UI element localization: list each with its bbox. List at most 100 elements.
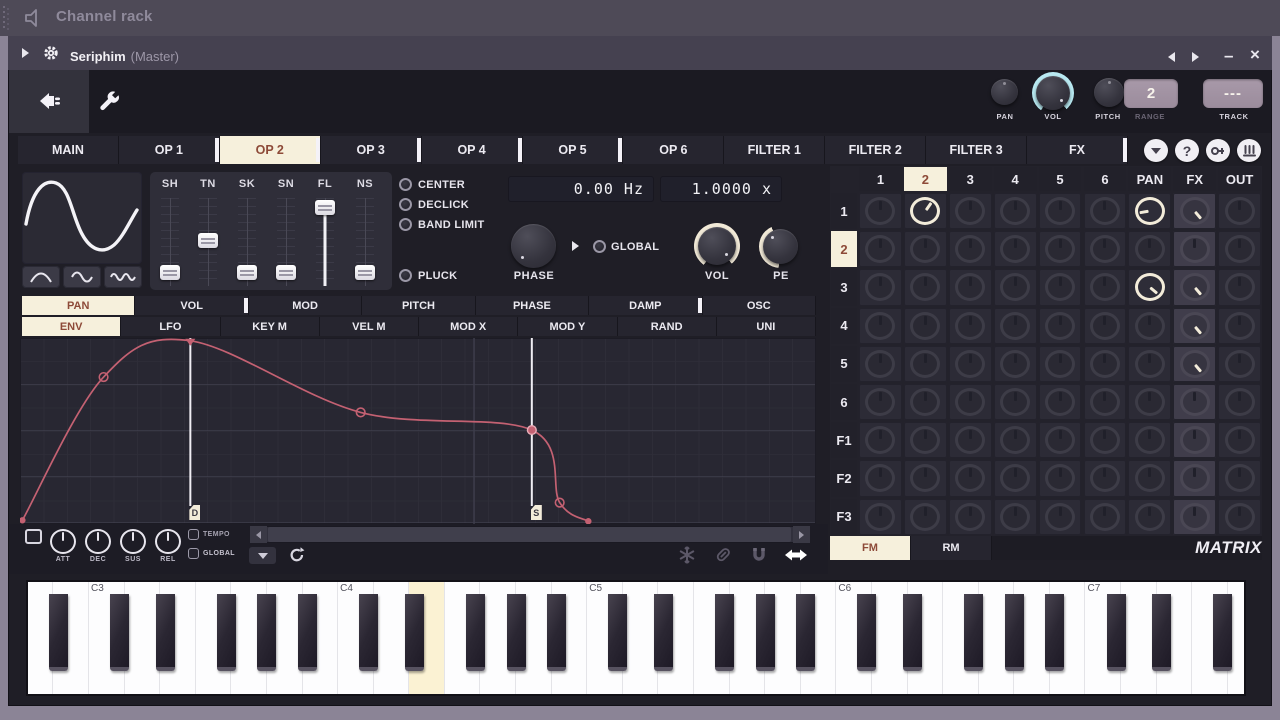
- matrix-knob-f1-pan[interactable]: [1134, 426, 1165, 455]
- matrix-knob-6-6[interactable]: [1089, 388, 1120, 417]
- matrix-cell-4-4[interactable]: [993, 307, 1037, 344]
- piano-key-as6[interactable]: [1045, 594, 1065, 671]
- matrix-cell-5-5[interactable]: [1038, 345, 1082, 382]
- slider-handle-fl[interactable]: [315, 200, 335, 216]
- matrix-col-header-6[interactable]: 6: [1083, 167, 1127, 191]
- matrix-knob-f1-2[interactable]: [910, 426, 941, 455]
- global-env-checkbox[interactable]: [188, 548, 199, 559]
- matrix-cell-3-2[interactable]: [903, 269, 947, 306]
- matrix-cell-3-1[interactable]: [859, 269, 902, 306]
- matrix-knob-2-3[interactable]: [955, 235, 986, 264]
- piano-key-cs6[interactable]: [857, 594, 877, 671]
- matrix-col-header-3[interactable]: 3: [948, 167, 992, 191]
- matrix-knob-1-3[interactable]: [955, 197, 986, 226]
- matrix-cell-2-out[interactable]: [1218, 231, 1262, 268]
- wave-shape-half-button[interactable]: [22, 266, 60, 288]
- matrix-knob-2-pan[interactable]: [1134, 235, 1165, 264]
- matrix-cell-2-5[interactable]: [1038, 231, 1082, 268]
- matrix-knob-5-pan[interactable]: [1134, 349, 1165, 378]
- next-preset-button[interactable]: [1192, 52, 1199, 62]
- slide-arrows-icon[interactable]: [784, 547, 808, 563]
- matrix-knob-f2-2[interactable]: [910, 464, 941, 493]
- pluck-radio[interactable]: [399, 269, 412, 282]
- matrix-cell-6-4[interactable]: [993, 384, 1037, 421]
- matrix-knob-2-1[interactable]: [865, 235, 896, 264]
- matrix-knob-3-3[interactable]: [955, 273, 986, 302]
- tab-op-1[interactable]: OP 1: [118, 136, 220, 164]
- ratio-display[interactable]: 1.0000 x: [660, 176, 782, 202]
- matrix-cell-4-2[interactable]: [903, 307, 947, 344]
- matrix-knob-6-4[interactable]: [1000, 388, 1031, 417]
- mod-target-tab-pitch[interactable]: PITCH: [362, 296, 476, 315]
- env-knob-rel[interactable]: [155, 529, 181, 554]
- matrix-col-header-5[interactable]: 5: [1038, 167, 1082, 191]
- matrix-knob-5-1[interactable]: [865, 349, 896, 378]
- matrix-knob-6-pan[interactable]: [1134, 388, 1165, 417]
- slider-handle-sk[interactable]: [237, 265, 257, 281]
- tab-filter-3[interactable]: FILTER 3: [926, 136, 1028, 164]
- matrix-knob-f1-6[interactable]: [1089, 426, 1120, 455]
- piano-key-fs6[interactable]: [964, 594, 984, 671]
- matrix-knob-4-1[interactable]: [865, 311, 896, 340]
- operator-waveform-display[interactable]: [22, 172, 142, 264]
- matrix-cell-f2-6[interactable]: [1083, 460, 1127, 497]
- matrix-cell-4-fx[interactable]: [1173, 307, 1217, 344]
- matrix-cell-2-6[interactable]: [1083, 231, 1127, 268]
- master-pan-knob[interactable]: [991, 79, 1018, 105]
- matrix-col-header-fx[interactable]: FX: [1173, 167, 1217, 191]
- matrix-knob-f2-5[interactable]: [1045, 464, 1076, 493]
- mod-shape-tab-key-m[interactable]: KEY M: [220, 317, 320, 336]
- matrix-cell-3-pan[interactable]: [1128, 269, 1172, 306]
- envelope-editor[interactable]: DS: [20, 338, 816, 524]
- matrix-knob-2-out[interactable]: [1224, 235, 1255, 264]
- matrix-cell-4-5[interactable]: [1038, 307, 1082, 344]
- matrix-col-header-1[interactable]: 1: [859, 167, 902, 191]
- declick-radio[interactable]: [399, 198, 412, 211]
- matrix-knob-2-2[interactable]: [910, 235, 941, 264]
- piano-key-gs3[interactable]: [257, 594, 277, 671]
- matrix-knob-f1-5[interactable]: [1045, 426, 1076, 455]
- help-button[interactable]: ?: [1175, 139, 1199, 162]
- matrix-cell-f2-5[interactable]: [1038, 460, 1082, 497]
- tab-filter-1[interactable]: FILTER 1: [724, 136, 826, 164]
- matrix-knob-f3-pan[interactable]: [1134, 502, 1165, 531]
- env-preview-arrow-icon[interactable]: [572, 241, 579, 251]
- matrix-cell-f3-fx[interactable]: [1173, 498, 1217, 535]
- matrix-cell-f2-out[interactable]: [1218, 460, 1262, 497]
- matrix-knob-f1-1[interactable]: [865, 426, 896, 455]
- matrix-knob-1-6[interactable]: [1089, 197, 1120, 226]
- matrix-knob-f2-4[interactable]: [1000, 464, 1031, 493]
- piano-key-cs5[interactable]: [608, 594, 628, 671]
- matrix-cell-5-out[interactable]: [1218, 345, 1262, 382]
- piano-key-ds5[interactable]: [653, 594, 673, 671]
- matrix-knob-3-5[interactable]: [1045, 273, 1076, 302]
- matrix-knob-3-pan[interactable]: [1134, 273, 1165, 302]
- wrench-icon[interactable]: [97, 89, 123, 115]
- envelope-scrollbar[interactable]: [250, 526, 810, 543]
- matrix-cell-f1-fx[interactable]: [1173, 422, 1217, 459]
- matrix-cell-f2-3[interactable]: [948, 460, 992, 497]
- mod-shape-tab-vel-m[interactable]: VEL M: [319, 317, 419, 336]
- presets-dropdown-button[interactable]: [1144, 139, 1168, 162]
- slider-handle-tn[interactable]: [198, 233, 218, 249]
- keyboard-toggle-button[interactable]: [1237, 139, 1261, 162]
- matrix-knob-3-2[interactable]: [910, 273, 941, 302]
- matrix-knob-5-3[interactable]: [955, 349, 986, 378]
- drag-handle[interactable]: [3, 6, 10, 30]
- pitch-env-knob[interactable]: [759, 225, 802, 268]
- matrix-cell-6-fx[interactable]: [1173, 384, 1217, 421]
- matrix-knob-2-4[interactable]: [1000, 235, 1031, 264]
- matrix-cell-f2-1[interactable]: [859, 460, 902, 497]
- matrix-cell-5-pan[interactable]: [1128, 345, 1172, 382]
- matrix-cell-6-out[interactable]: [1218, 384, 1262, 421]
- scroll-right-button[interactable]: [793, 526, 810, 543]
- piano-key-ds4[interactable]: [404, 594, 424, 671]
- matrix-knob-f3-out[interactable]: [1224, 502, 1255, 531]
- matrix-knob-f1-out[interactable]: [1224, 426, 1255, 455]
- matrix-knob-5-2[interactable]: [910, 349, 941, 378]
- matrix-row-header-4[interactable]: 4: [831, 307, 857, 344]
- matrix-cell-f3-pan[interactable]: [1128, 498, 1172, 535]
- matrix-cell-f3-2[interactable]: [903, 498, 947, 535]
- matrix-row-header-5[interactable]: 5: [831, 345, 857, 382]
- matrix-knob-1-pan[interactable]: [1134, 197, 1165, 226]
